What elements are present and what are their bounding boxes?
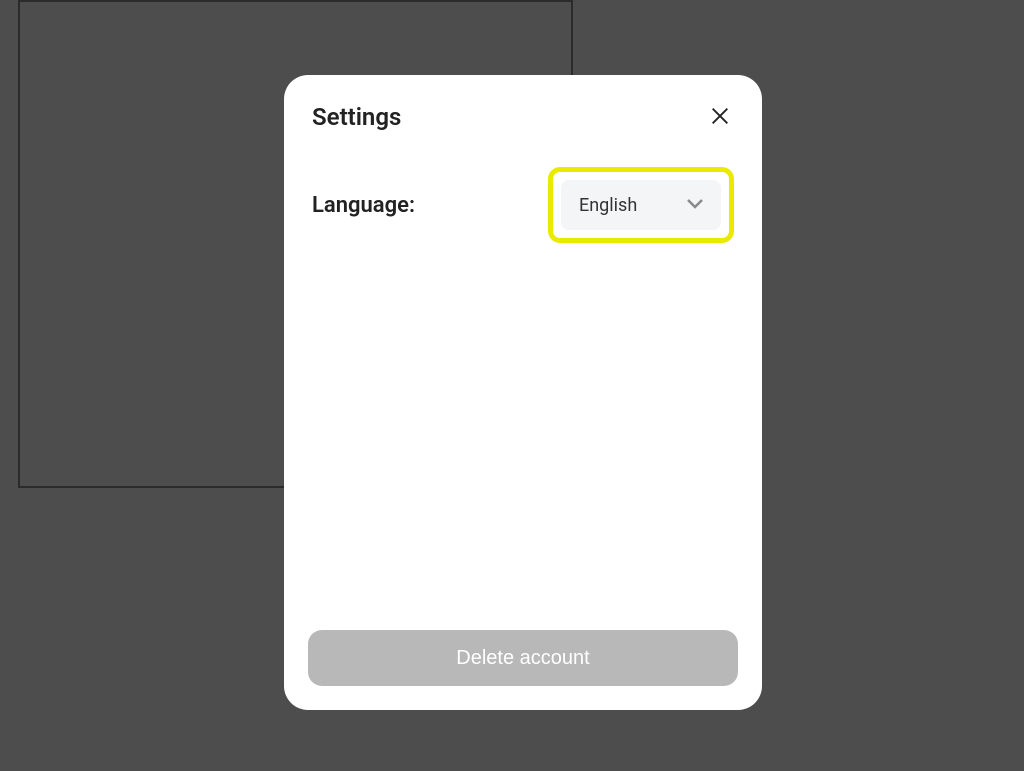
modal-title: Settings <box>312 103 401 131</box>
settings-modal: Settings Language: English <box>284 75 762 710</box>
close-button[interactable] <box>706 103 734 131</box>
language-dropdown-highlight: English <box>548 167 734 243</box>
language-setting-row: Language: English <box>308 167 738 243</box>
language-dropdown-value: English <box>579 195 637 216</box>
modal-body: Language: English <box>308 167 738 630</box>
language-dropdown[interactable]: English <box>561 180 721 230</box>
delete-account-button[interactable]: Delete account <box>308 630 738 686</box>
chevron-down-icon <box>683 191 707 219</box>
language-label: Language: <box>312 193 415 218</box>
close-icon <box>709 105 731 130</box>
modal-header: Settings <box>308 103 738 131</box>
